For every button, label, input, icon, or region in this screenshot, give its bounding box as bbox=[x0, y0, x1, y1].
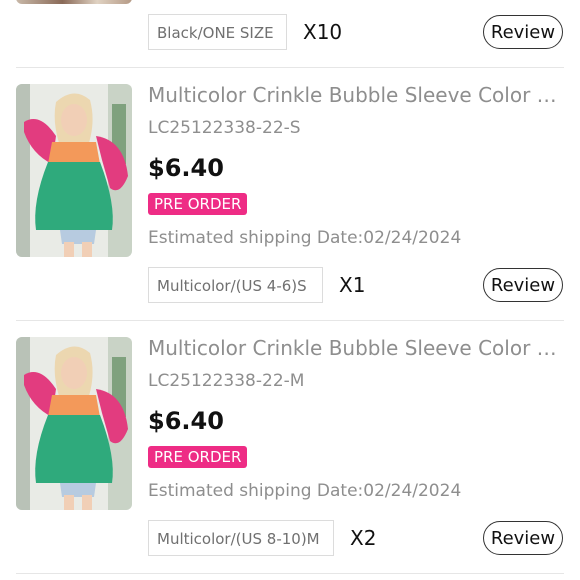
review-button[interactable]: Review bbox=[483, 521, 563, 555]
product-thumbnail[interactable] bbox=[16, 0, 132, 4]
product-thumbnail[interactable] bbox=[16, 84, 132, 257]
quantity-label: X1 bbox=[339, 273, 366, 297]
product-title[interactable]: Multicolor Crinkle Bubble Sleeve Color B… bbox=[148, 333, 568, 363]
shipping-date: Estimated shipping Date:02/24/2024 bbox=[148, 481, 462, 501]
shipping-date: Estimated shipping Date:02/24/2024 bbox=[148, 228, 462, 248]
product-sku: LC25122338-22-M bbox=[148, 371, 305, 391]
product-thumbnail[interactable] bbox=[16, 337, 132, 510]
quantity-label: X10 bbox=[303, 20, 343, 44]
quantity-label: X2 bbox=[350, 526, 377, 550]
product-photo bbox=[16, 337, 132, 510]
order-item: Multicolor Crinkle Bubble Sleeve Color B… bbox=[0, 67, 580, 320]
product-title[interactable]: Multicolor Crinkle Bubble Sleeve Color B… bbox=[148, 80, 568, 110]
order-item: Multicolor Crinkle Bubble Sleeve Color B… bbox=[0, 320, 580, 573]
order-item-partial: Black/ONE SIZE X10 Review bbox=[0, 0, 580, 66]
variant-label: Multicolor/(US 4-6)S bbox=[148, 267, 323, 303]
pre-order-badge: PRE ORDER bbox=[148, 193, 248, 215]
variant-label: Multicolor/(US 8-10)M bbox=[148, 520, 334, 556]
product-sku: LC25122338-22-S bbox=[148, 118, 301, 138]
variant-label: Black/ONE SIZE bbox=[148, 14, 287, 50]
pre-order-badge: PRE ORDER bbox=[148, 446, 248, 468]
product-price: $6.40 bbox=[148, 407, 224, 435]
review-button[interactable]: Review bbox=[483, 15, 563, 49]
product-photo bbox=[16, 84, 132, 257]
review-button[interactable]: Review bbox=[483, 268, 563, 302]
divider bbox=[16, 573, 564, 574]
product-price: $6.40 bbox=[148, 154, 224, 182]
